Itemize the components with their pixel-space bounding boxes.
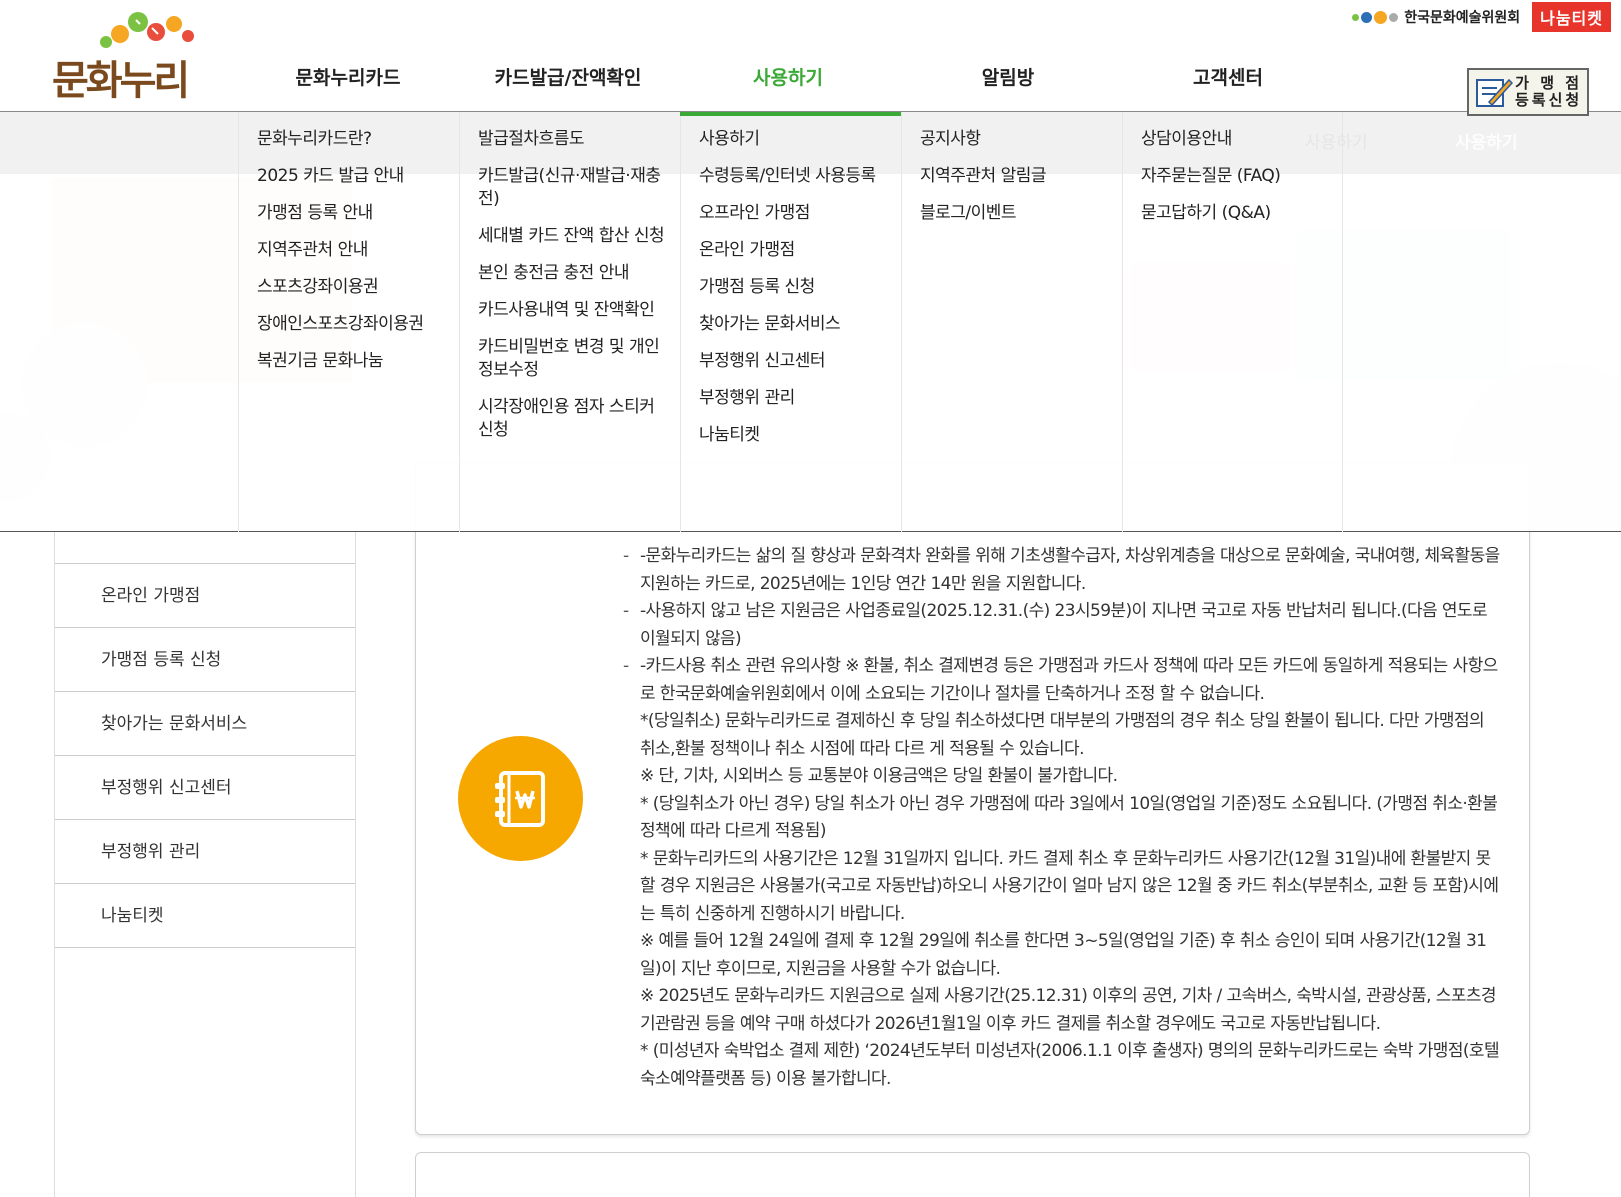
franchise-register-button[interactable]: 가 맹 점 등록신청 (1467, 68, 1589, 116)
notice-paragraph: ※ 예를 들어 12월 24일에 결제 후 12월 29일에 취소를 한다면 3… (640, 931, 1487, 979)
side-item-franchise-apply[interactable]: 가맹점 등록 신청 (55, 628, 355, 692)
menu-card-issue[interactable]: 카드발급(신규·재발급·재충전) (478, 165, 680, 211)
menu-braille-sticker[interactable]: 시각장애인용 점자 스티커 신청 (478, 396, 680, 442)
side-menu: 온라인 가맹점 가맹점 등록 신청 찾아가는 문화서비스 부정행위 신고센터 부… (54, 531, 356, 1197)
mega-dropdown-menu: 문화누리카드란? 2025 카드 발급 안내 가맹점 등록 안내 지역주관처 안… (0, 112, 1621, 532)
card-won-icon (494, 770, 545, 827)
menu-visiting-service[interactable]: 찾아가는 문화서비스 (699, 313, 901, 336)
menu-fraud-manage[interactable]: 부정행위 관리 (699, 387, 901, 410)
menu-franchise-guide[interactable]: 가맹점 등록 안내 (257, 202, 459, 225)
site-logo[interactable]: 문화누리 (52, 4, 202, 104)
menu-online-franchise[interactable]: 온라인 가맹점 (699, 239, 901, 262)
menu-usage-history[interactable]: 카드사용내역 및 잔액확인 (478, 299, 680, 322)
side-item-fraud-manage[interactable]: 부정행위 관리 (55, 820, 355, 884)
notice-paragraph: -카드사용 취소 관련 유의사항 ※ 환불, 취소 결제변경 등은 가맹점과 카… (623, 653, 1503, 708)
arko-logo-link[interactable]: 한국문화예술위원회 (1352, 7, 1520, 27)
notice-paragraph: *(당일취소) 문화누리카드로 결제하신 후 당일 취소하셨다면 대부분의 가맹… (640, 711, 1485, 759)
menu-self-charge[interactable]: 본인 충전금 충전 안내 (478, 262, 680, 285)
menu-offline-franchise[interactable]: 오프라인 가맹점 (699, 202, 901, 225)
menu-qna[interactable]: 묻고답하기 (Q&A) (1141, 202, 1342, 225)
breadcrumb-ghost-1: 사용하기 (1305, 133, 1368, 153)
mega-col-card-issue: 발급절차흐름도 카드발급(신규·재발급·재충전) 세대별 카드 잔액 합산 신청… (459, 112, 680, 532)
notice-paragraph: ※ 2025년도 문화누리카드 지원금으로 실제 사용기간(25.12.31) … (640, 986, 1497, 1034)
menu-2025-issue-guide[interactable]: 2025 카드 발급 안내 (257, 165, 459, 188)
notice-paragraph: -문화누리카드는 삶의 질 향상과 문화격차 완화를 위해 기초생활수급자, 차… (623, 543, 1503, 598)
site-header: 문화누리 문화누리카드 카드발급/잔액확인 사용하기 알림방 고객센터 한국문화… (0, 0, 1621, 116)
menu-fraud-report[interactable]: 부정행위 신고센터 (699, 350, 901, 373)
logo-flowers-icon (100, 12, 194, 48)
menu-household-balance[interactable]: 세대별 카드 잔액 합산 신청 (478, 225, 680, 248)
mega-col-notice: 공지사항 지역주관처 알림글 블로그/이벤트 (901, 112, 1122, 532)
card-usage-box: -문화누리카드는 삶의 질 향상과 문화격차 완화를 위해 기초생활수급자, 차… (415, 462, 1530, 1135)
global-nav: 문화누리카드 카드발급/잔액확인 사용하기 알림방 고객센터 (238, 60, 1338, 100)
mega-col-usage: 사용하기 수령등록/인터넷 사용등록 오프라인 가맹점 온라인 가맹점 가맹점 … (680, 112, 901, 532)
next-section-box (415, 1152, 1530, 1197)
arko-org-name: 한국문화예술위원회 (1404, 10, 1521, 26)
mega-col-customer: 상담이용안내 자주묻는질문 (FAQ) 묻고답하기 (Q&A) (1122, 112, 1343, 532)
breadcrumb-ghost-2: 사용하기 (1455, 133, 1518, 153)
top-right-links: 한국문화예술위원회 나눔티켓 (1352, 2, 1611, 32)
menu-franchise-apply[interactable]: 가맹점 등록 신청 (699, 276, 901, 299)
register-button-label: 가 맹 점 등록신청 (1515, 74, 1583, 109)
notice-paragraph: * 문화누리카드의 사용기간은 12월 31일까지 입니다. 카드 결제 취소 … (640, 848, 1499, 924)
usage-notice-text: -문화누리카드는 삶의 질 향상과 문화격차 완화를 위해 기초생활수급자, 차… (623, 543, 1503, 1093)
notice-paragraph: ※ 단, 기차, 시외버스 등 교통분야 이용금액은 당일 환불이 불가합니다. (640, 766, 1118, 786)
menu-what-is-card[interactable]: 문화누리카드란? (257, 128, 459, 151)
menu-regional-notice[interactable]: 지역주관처 알림글 (920, 165, 1122, 188)
gnb-customer-center[interactable]: 고객센터 (1118, 60, 1338, 100)
side-item-nanum-ticket[interactable]: 나눔티켓 (55, 884, 355, 948)
menu-lottery-culture[interactable]: 복권기금 문화나눔 (257, 350, 459, 373)
menu-disabled-sports-voucher[interactable]: 장애인스포츠강좌이용권 (257, 313, 459, 336)
menu-sports-voucher[interactable]: 스포츠강좌이용권 (257, 276, 459, 299)
gnb-munhwanuri-card[interactable]: 문화누리카드 (238, 60, 458, 100)
menu-receive-register[interactable]: 수령등록/인터넷 사용등록 (699, 165, 901, 188)
nanum-ticket-link[interactable]: 나눔티켓 (1532, 2, 1611, 32)
side-item-online-franchise[interactable]: 온라인 가맹점 (55, 564, 355, 628)
mega-menu-columns: 문화누리카드란? 2025 카드 발급 안내 가맹점 등록 안내 지역주관처 안… (238, 112, 1343, 532)
gnb-usage[interactable]: 사용하기 (678, 60, 898, 100)
notice-paragraph: * (미성년자 숙박업소 결제 제한) ‘2024년도부터 미성년자(2006.… (640, 1041, 1500, 1089)
side-item-offline-partial[interactable] (55, 531, 355, 564)
menu-blog-event[interactable]: 블로그/이벤트 (920, 202, 1122, 225)
notice-paragraph: -사용하지 않고 남은 지원금은 사업종료일(2025.12.31.(수) 23… (623, 598, 1503, 653)
menu-nanum-ticket[interactable]: 나눔티켓 (699, 424, 901, 447)
gnb-notice[interactable]: 알림방 (898, 60, 1118, 100)
menu-password-change[interactable]: 카드비밀번호 변경 및 개인정보수정 (478, 336, 680, 382)
side-item-visiting-service[interactable]: 찾아가는 문화서비스 (55, 692, 355, 756)
notice-paragraph: * (당일취소가 아닌 경우) 당일 취소가 아닌 경우 가맹점에 따라 3일에… (640, 793, 1498, 842)
menu-usage[interactable]: 사용하기 (699, 128, 901, 151)
gnb-card-issue[interactable]: 카드발급/잔액확인 (458, 60, 678, 100)
menu-faq[interactable]: 자주묻는질문 (FAQ) (1141, 165, 1342, 188)
menu-announcements[interactable]: 공지사항 (920, 128, 1122, 151)
menu-issue-flow[interactable]: 발급절차흐름도 (478, 128, 680, 151)
mega-col-munhwanuri-card: 문화누리카드란? 2025 카드 발급 안내 가맹점 등록 안내 지역주관처 안… (238, 112, 459, 532)
logo-text: 문화누리 (52, 58, 190, 104)
side-item-fraud-report[interactable]: 부정행위 신고센터 (55, 756, 355, 820)
menu-regional-guide[interactable]: 지역주관처 안내 (257, 239, 459, 262)
pencil-paper-icon (1476, 78, 1513, 107)
arko-dots-icon (1352, 10, 1399, 24)
card-won-icon-circle (458, 736, 583, 861)
